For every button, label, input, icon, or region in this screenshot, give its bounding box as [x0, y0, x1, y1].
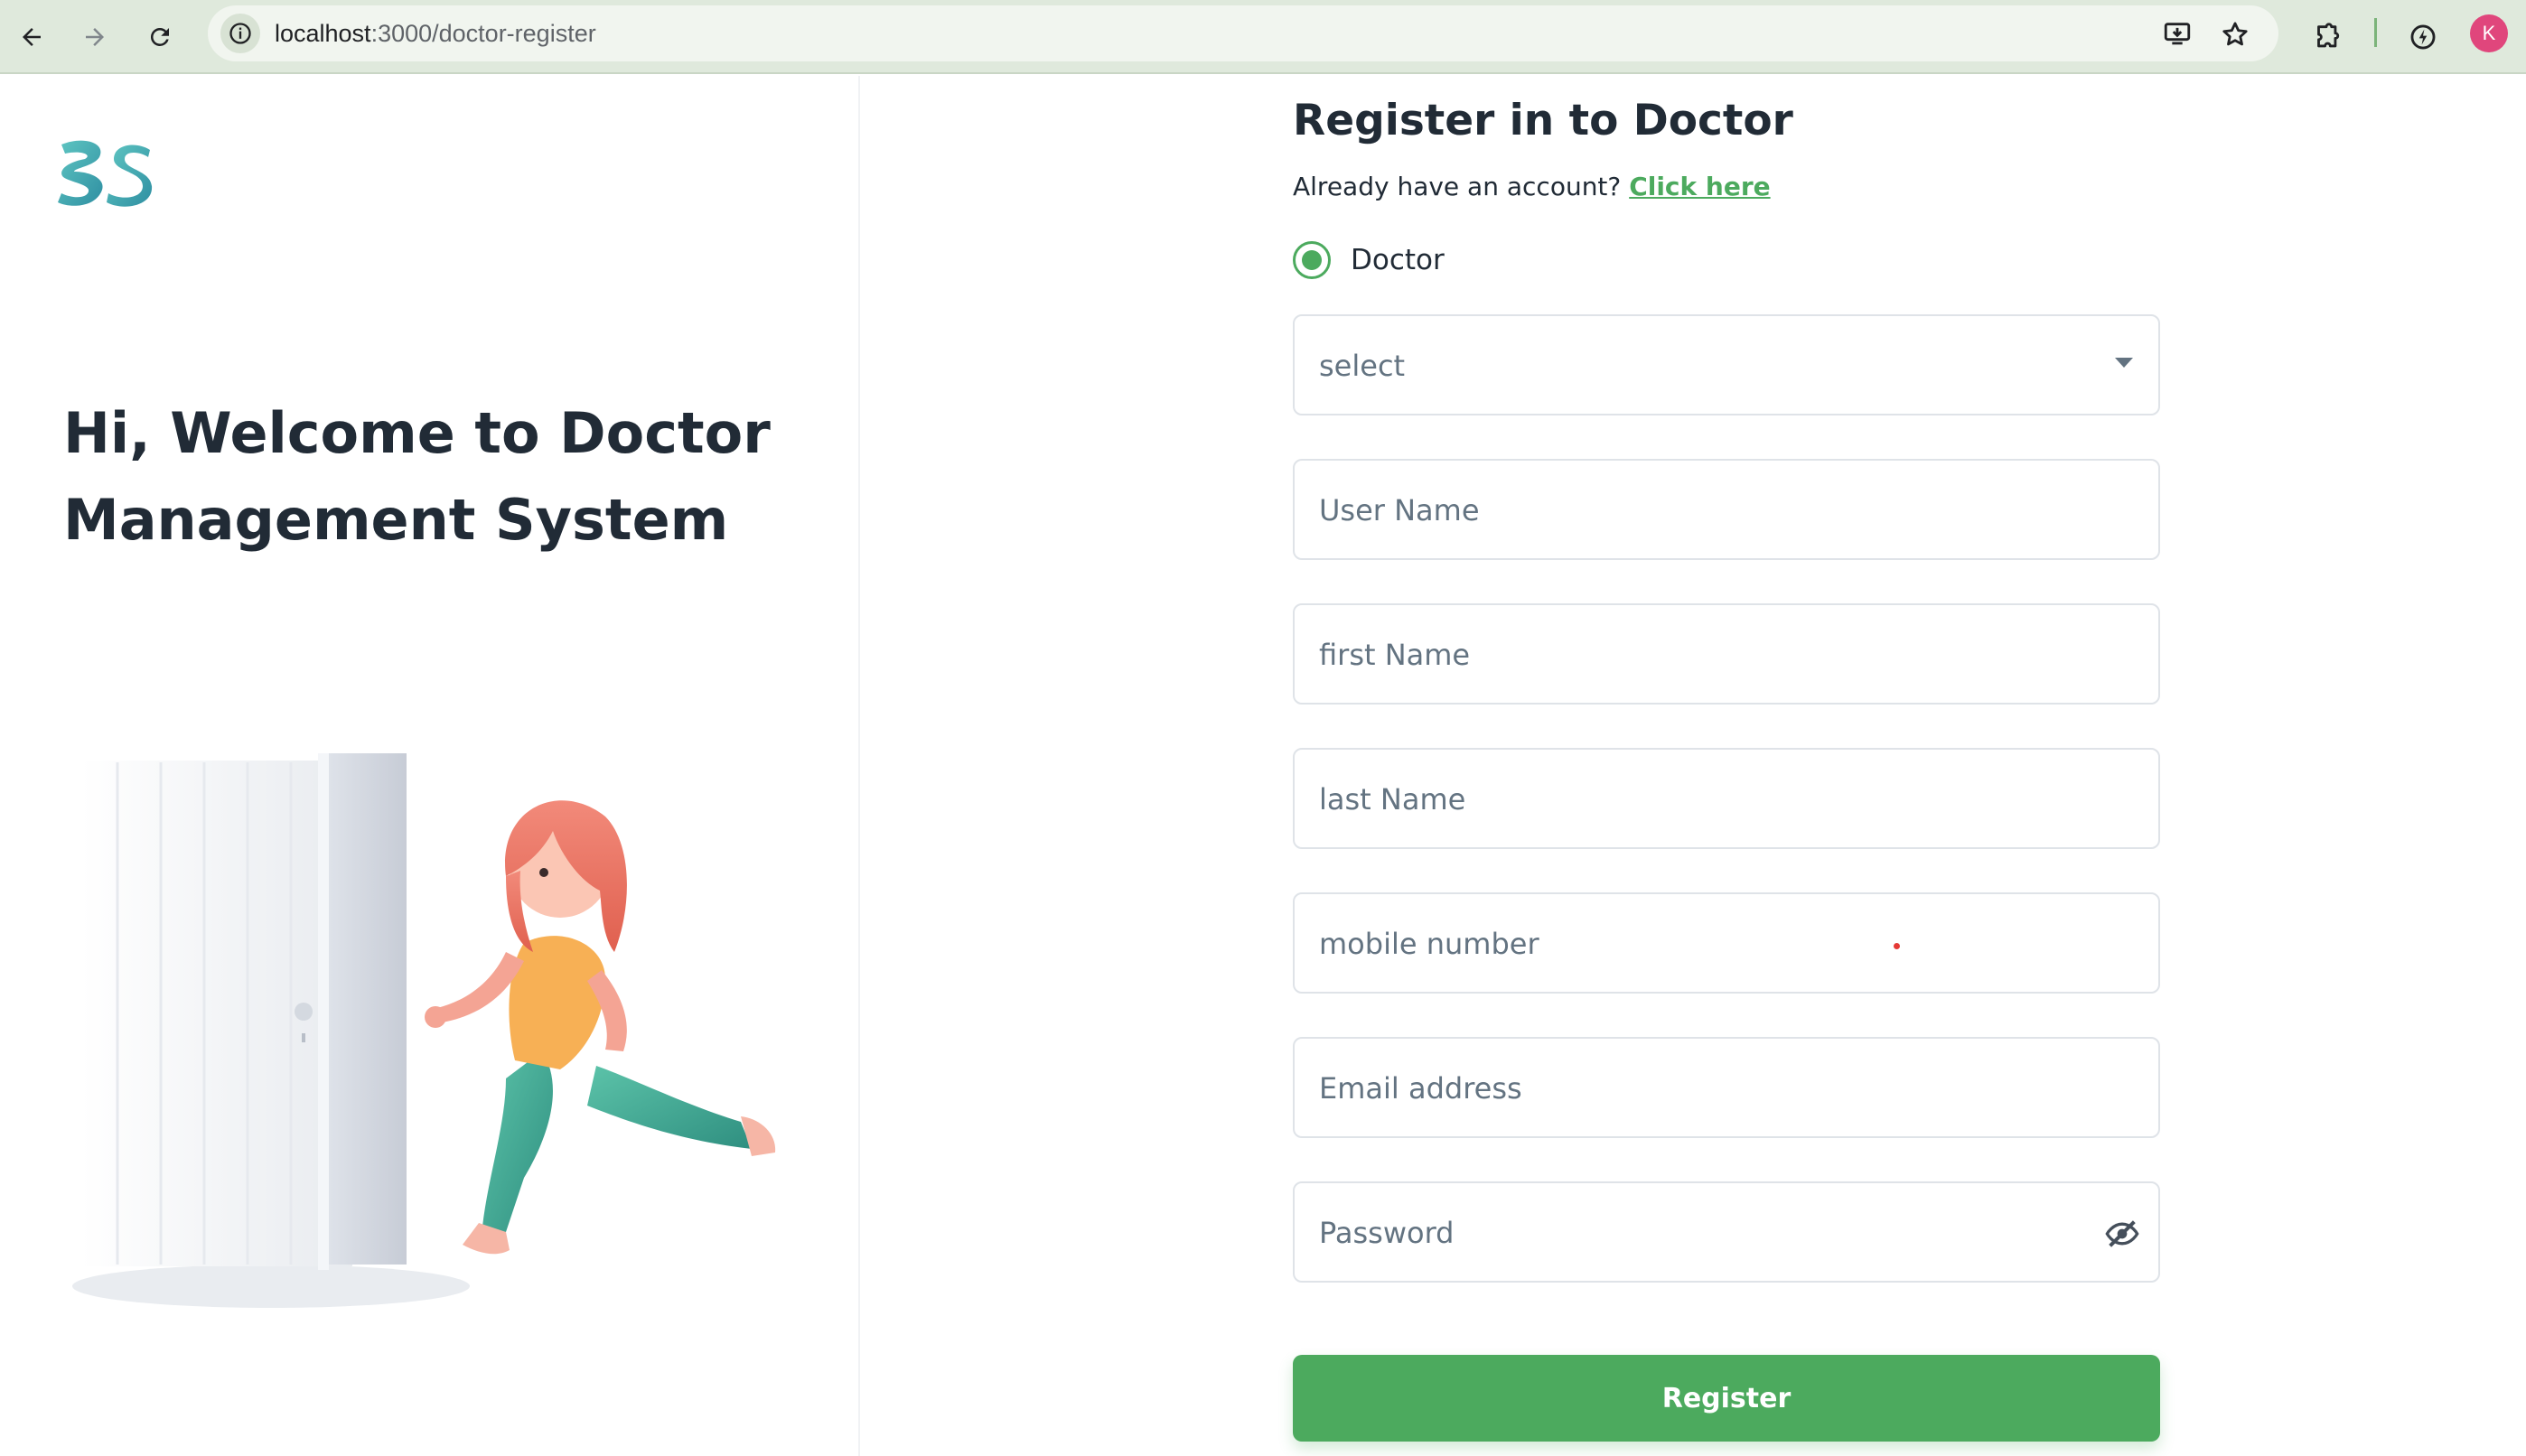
- address-bar[interactable]: localhost:3000/doctor-register: [208, 5, 2278, 61]
- radio-selected-dot: [1302, 250, 1322, 270]
- welcome-line-2: Management System: [63, 487, 729, 553]
- app-logo: [56, 135, 155, 211]
- password-input[interactable]: Password: [1293, 1181, 2160, 1283]
- have-account-text: Already have an account? Click here: [1293, 172, 1771, 201]
- mobile-number-input[interactable]: mobile number: [1293, 892, 2160, 994]
- toolbar-divider: [2374, 18, 2377, 47]
- reload-icon[interactable]: [137, 14, 182, 60]
- left-panel: Hi, Welcome to Doctor Management System: [0, 76, 860, 1456]
- url-text[interactable]: localhost:3000/doctor-register: [275, 20, 596, 48]
- username-input[interactable]: User Name: [1293, 459, 2160, 560]
- forward-arrow-icon[interactable]: [72, 14, 117, 60]
- login-link[interactable]: Click here: [1629, 172, 1770, 201]
- specialty-select[interactable]: select: [1293, 314, 2160, 415]
- performance-icon[interactable]: [2400, 14, 2446, 60]
- install-app-icon[interactable]: [2161, 18, 2194, 51]
- url-host: localhost: [275, 20, 371, 47]
- mobile-placeholder: mobile number: [1319, 927, 1539, 961]
- password-placeholder: Password: [1319, 1216, 1455, 1250]
- welcome-illustration: [54, 654, 795, 1340]
- welcome-line-1: Hi, Welcome to Doctor: [63, 400, 771, 466]
- email-placeholder: Email address: [1319, 1071, 1522, 1106]
- have-account-label: Already have an account?: [1293, 172, 1622, 201]
- site-info-icon[interactable]: [220, 14, 260, 53]
- last-name-input[interactable]: last Name: [1293, 748, 2160, 849]
- first-name-placeholder: first Name: [1319, 638, 1471, 672]
- role-label: Doctor: [1351, 244, 1445, 276]
- welcome-heading: Hi, Welcome to Doctor Management System: [63, 390, 804, 564]
- doctor-radio[interactable]: [1293, 241, 1331, 279]
- email-input[interactable]: Email address: [1293, 1037, 2160, 1138]
- extensions-icon[interactable]: [2304, 14, 2349, 60]
- url-path: :3000/doctor-register: [370, 20, 596, 47]
- register-button[interactable]: Register: [1293, 1355, 2160, 1442]
- role-option-doctor[interactable]: Doctor: [1293, 240, 1445, 280]
- username-placeholder: User Name: [1319, 493, 1480, 527]
- back-arrow-icon[interactable]: [9, 14, 54, 60]
- star-icon[interactable]: [2219, 18, 2251, 51]
- last-name-placeholder: last Name: [1319, 782, 1466, 817]
- profile-avatar[interactable]: K: [2470, 14, 2508, 52]
- select-value: select: [1319, 349, 1406, 383]
- chevron-down-icon[interactable]: [2115, 358, 2133, 368]
- form-title: Register in to Doctor: [1293, 96, 1793, 145]
- first-name-input[interactable]: first Name: [1293, 603, 2160, 705]
- cursor-marker: [1894, 943, 1900, 949]
- eye-off-icon[interactable]: [2104, 1216, 2140, 1252]
- browser-toolbar: localhost:3000/doctor-register K: [0, 0, 2526, 74]
